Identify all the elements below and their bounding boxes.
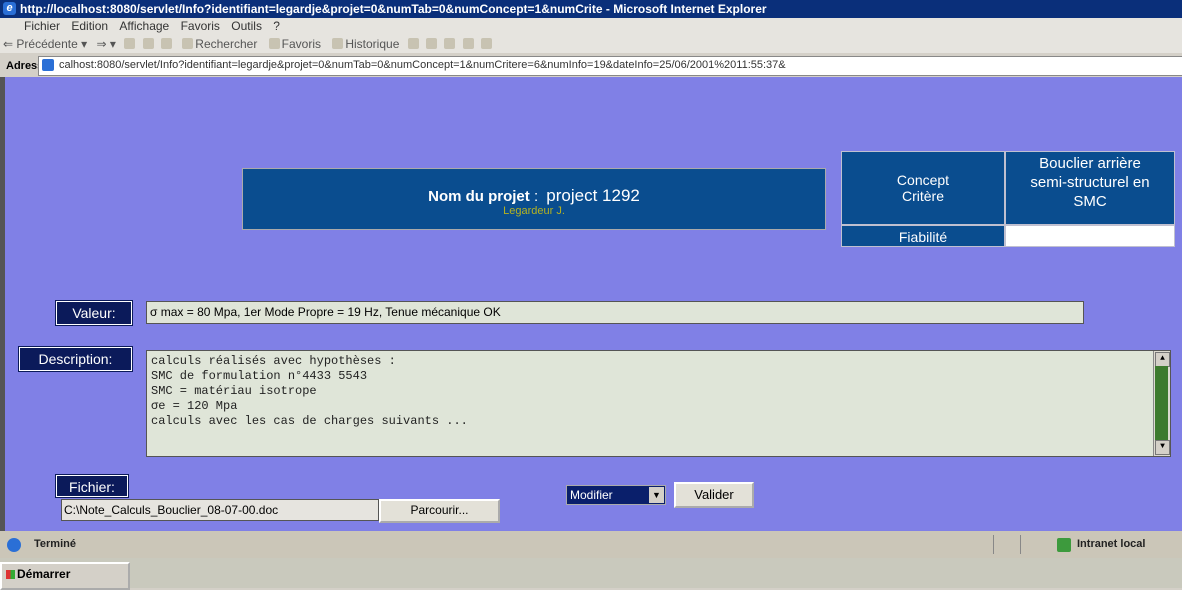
menu-bar: Fichier Edition Affichage Favoris Outils… [0,18,1182,35]
browse-button[interactable]: Parcourir... [379,499,500,523]
ie-status-icon [7,538,21,552]
validate-button[interactable]: Valider [674,482,754,508]
address-input[interactable]: calhost:8080/servlet/Info?identifiant=le… [38,56,1182,76]
file-path-input[interactable]: C:\Note_Calculs_Bouclier_08-07-00.doc [61,499,379,521]
valeur-label: Valeur: [55,300,133,326]
project-name: project 1292 [546,186,640,205]
project-owner: Legardeur J. [503,205,565,217]
concept-value-line1: Bouclier arrière [1039,155,1141,172]
status-divider [1020,535,1021,554]
history-button-label: Historique [345,37,400,51]
browser-toolbar: ⇐ Précédente ▾ ⇒ ▾ Rechercher Favoris Hi… [0,35,1182,53]
description-line: σe = 120 Mpa [151,399,238,413]
scroll-up-icon[interactable]: ▲ [1155,352,1170,367]
action-select-value: Modifier [570,488,613,502]
fichier-label: Fichier: [55,474,129,498]
status-text: Terminé [34,538,76,550]
action-select[interactable]: Modifier ▼ [566,485,666,505]
ie-logo-icon: e [3,2,16,15]
valeur-input[interactable]: σ max = 80 Mpa, 1er Mode Propre = 19 Hz,… [146,301,1084,324]
history-button[interactable]: Historique [327,35,402,53]
window-title: http://localhost:8080/servlet/Info?ident… [20,2,767,16]
chevron-down-icon[interactable]: ▼ [649,487,664,503]
description-scrollbar[interactable]: ▲ ▼ [1153,351,1170,456]
menu-affichage[interactable]: Affichage [115,18,173,35]
print-icon[interactable] [426,38,438,49]
description-line: calculs réalisés avec hypothèses : [151,354,396,368]
page-icon [42,59,54,71]
menu-favoris[interactable]: Favoris [177,18,224,35]
project-separator: : [529,188,543,205]
concept-value: Bouclier arrière semi-structurel en SMC [1005,151,1175,225]
project-header: Nom du projet : project 1292 Legardeur J… [242,168,826,230]
concept-value-line3: SMC [1073,193,1107,210]
criterion-name: Fiabilité [841,225,1005,247]
criterion-value [1005,225,1175,247]
start-button-label: Démarrer [17,567,71,581]
status-bar: Terminé Intranet local [0,531,1182,558]
window-title-bar[interactable]: e http://localhost:8080/servlet/Info?iden… [0,0,1182,18]
refresh-icon[interactable] [142,38,154,49]
description-label: Description: [18,346,133,372]
stop-icon[interactable] [124,38,136,49]
description-textarea[interactable]: calculs réalisés avec hypothèses : SMC d… [146,350,1171,457]
intranet-zone-icon [1057,538,1071,552]
description-line: SMC = matériau isotrope [151,384,317,398]
back-button-label: Précédente [16,37,78,51]
concept-value-line2: semi-structurel en [1030,174,1150,191]
start-button[interactable]: Démarrer [0,562,130,590]
back-button[interactable]: ⇐ Précédente ▾ [0,35,90,53]
search-button[interactable]: Rechercher [177,35,260,53]
messenger-icon[interactable] [481,38,493,49]
discuss-icon[interactable] [462,38,474,49]
description-line: SMC de formulation n°4433 5543 [151,369,368,383]
status-divider [993,535,994,554]
forward-button[interactable]: ⇒ ▾ [93,35,118,53]
taskbar: Démarrer [0,558,1182,590]
menu-edition[interactable]: Edition [67,18,112,35]
search-icon [182,38,194,49]
favorites-button[interactable]: Favoris [264,35,324,53]
favorites-button-label: Favoris [281,37,321,51]
criterion-label: Critère [901,188,944,204]
search-button-label: Rechercher [195,37,258,51]
address-bar: Adresse calhost:8080/servlet/Info?identi… [0,53,1182,77]
home-icon[interactable] [160,38,172,49]
menu-fichier[interactable]: Fichier [20,18,64,35]
security-zone: Intranet local [1077,538,1146,550]
favorites-icon [268,38,280,49]
scroll-down-icon[interactable]: ▼ [1155,440,1170,455]
windows-logo-icon [6,570,15,579]
history-icon [332,38,344,49]
description-line: calculs avec les cas de charges suivants… [151,414,468,428]
address-url: calhost:8080/servlet/Info?identifiant=le… [59,59,786,71]
edit-icon[interactable] [444,38,456,49]
menu-outils[interactable]: Outils [227,18,266,35]
menu-help[interactable]: ? [269,18,284,35]
mail-icon[interactable] [407,38,419,49]
concept-criterion-header: Concept Critère [841,151,1005,225]
concept-label: Concept [896,172,950,188]
project-label: Nom du projet [428,188,530,205]
scroll-thumb[interactable] [1155,366,1168,442]
